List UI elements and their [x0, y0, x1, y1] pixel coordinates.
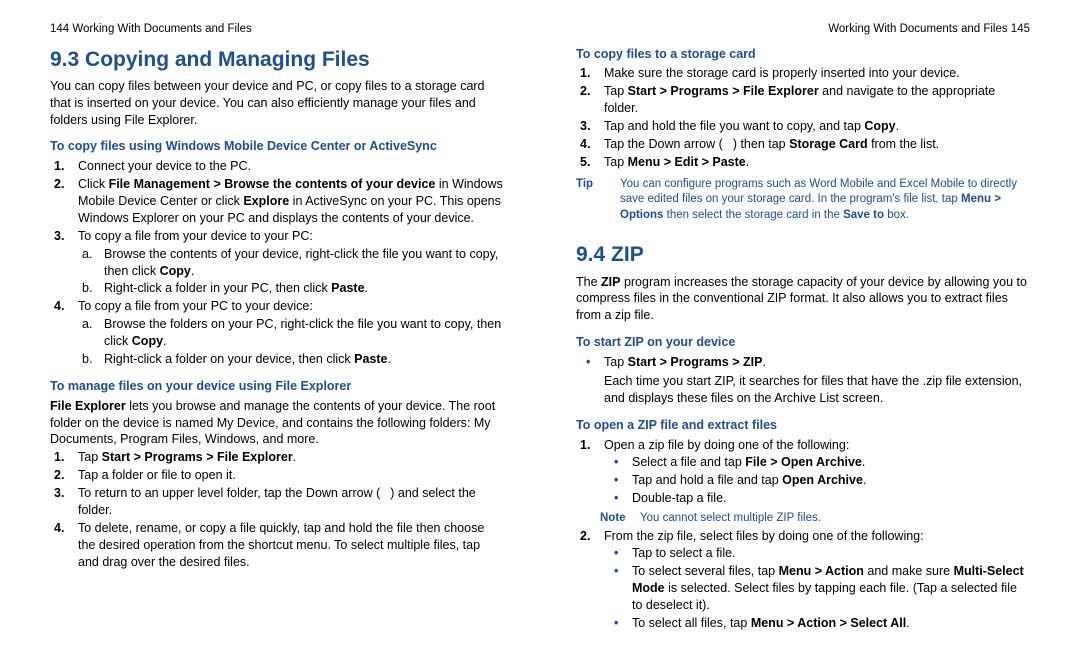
list-item: To select several files, tap Menu > Acti… — [628, 563, 1030, 614]
list-item: To select all files, tap Menu > Action >… — [628, 615, 1030, 632]
step: Click File Management > Browse the conte… — [74, 176, 504, 227]
substep: Right-click a folder in your PC, then cl… — [100, 280, 504, 297]
subhead-storage-card: To copy files to a storage card — [576, 46, 1030, 63]
intro-9-3: You can copy files between your device a… — [50, 78, 504, 129]
steps-open-zip: Open a zip file by doing one of the foll… — [576, 437, 1030, 508]
steps-open-zip-cont: From the zip file, select files by doing… — [576, 528, 1030, 632]
file-explorer-desc: File Explorer lets you browse and manage… — [50, 398, 504, 449]
step: Tap Menu > Edit > Paste. — [600, 154, 1030, 171]
step: Tap the Down arrow () then tap Storage C… — [600, 136, 1030, 153]
step: To delete, rename, or copy a file quickl… — [74, 520, 504, 571]
subhead-file-explorer: To manage files on your device using Fil… — [50, 378, 504, 395]
down-arrow-icon — [380, 487, 390, 497]
step: Tap Start > Programs > File Explorer and… — [600, 83, 1030, 117]
substep: Browse the contents of your device, righ… — [100, 246, 504, 280]
tip-body: You can configure programs such as Word … — [620, 177, 1030, 224]
step: To copy a file from your PC to your devi… — [74, 298, 504, 368]
subhead-copy-sync: To copy files using Windows Mobile Devic… — [50, 138, 504, 155]
step: To copy a file from your device to your … — [74, 228, 504, 298]
steps-copy-sync: Connect your device to the PC. Click Fil… — [50, 158, 504, 368]
substep: Right-click a folder on your device, the… — [100, 351, 504, 368]
running-head-right: Working With Documents and Files 145 — [576, 22, 1030, 38]
steps-storage-card: Make sure the storage card is properly i… — [576, 65, 1030, 170]
step: Tap Start > Programs > File Explorer. — [74, 449, 504, 466]
list-item: Tap Start > Programs > ZIP. — [600, 354, 1030, 371]
step: Tap a folder or file to open it. — [74, 467, 504, 484]
down-arrow-icon — [723, 138, 733, 148]
step: Connect your device to the PC. — [74, 158, 504, 175]
steps-file-explorer: Tap Start > Programs > File Explorer. Ta… — [50, 449, 504, 570]
running-head-left: 144 Working With Documents and Files — [50, 22, 504, 38]
substep: Browse the folders on your PC, right-cli… — [100, 316, 504, 350]
step: From the zip file, select files by doing… — [600, 528, 1030, 632]
note-block: Note You cannot select multiple ZIP file… — [600, 511, 1030, 527]
subhead-start-zip: To start ZIP on your device — [576, 334, 1030, 351]
intro-9-4: The ZIP program increases the storage ca… — [576, 274, 1030, 325]
list-item: Select a file and tap File > Open Archiv… — [628, 454, 1030, 471]
section-title-9-4: 9.4 ZIP — [576, 241, 1030, 269]
list-start-zip: Tap Start > Programs > ZIP. — [576, 354, 1030, 371]
step: Make sure the storage card is properly i… — [600, 65, 1030, 82]
list-item: Tap and hold a file and tap Open Archive… — [628, 472, 1030, 489]
tip-block: Tip You can configure programs such as W… — [576, 177, 1030, 224]
list-item: Double-tap a file. — [628, 490, 1030, 507]
step: Open a zip file by doing one of the foll… — [600, 437, 1030, 508]
tip-label: Tip — [576, 177, 620, 224]
page-left: 144 Working With Documents and Files 9.3… — [0, 0, 540, 663]
step: To return to an upper level folder, tap … — [74, 485, 504, 519]
section-title-9-3: 9.3 Copying and Managing Files — [50, 46, 504, 74]
note-body: You cannot select multiple ZIP files. — [640, 511, 821, 527]
subhead-open-zip: To open a ZIP file and extract files — [576, 417, 1030, 434]
note-label: Note — [600, 511, 640, 527]
page-right: Working With Documents and Files 145 To … — [540, 0, 1080, 663]
zip-after-text: Each time you start ZIP, it searches for… — [604, 373, 1030, 407]
list-item: Tap to select a file. — [628, 545, 1030, 562]
step: Tap and hold the file you want to copy, … — [600, 118, 1030, 135]
